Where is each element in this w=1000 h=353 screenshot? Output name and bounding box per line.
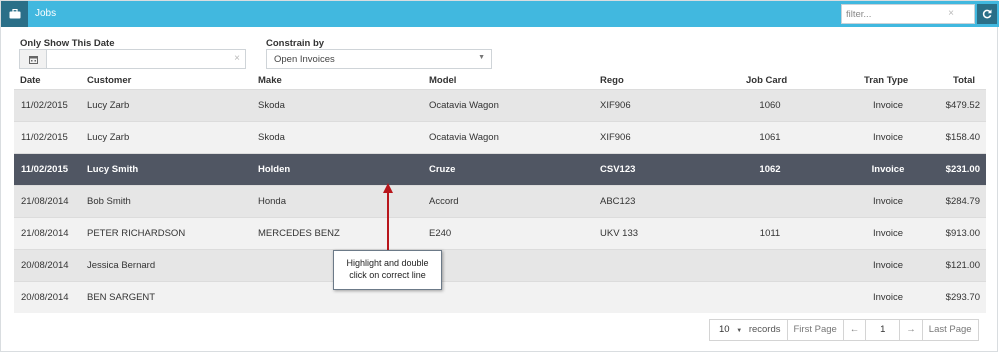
cell-date: 20/08/2014 (21, 260, 69, 271)
cell-model: Cruze (429, 164, 456, 175)
current-page-input[interactable]: 1 (866, 320, 901, 340)
refresh-icon (982, 9, 992, 19)
cell-date: 11/02/2015 (21, 132, 68, 143)
cell-tran-type: Invoice (872, 260, 904, 271)
cell-date: 21/08/2014 (21, 196, 69, 207)
table-row[interactable]: 11/02/2015 Lucy Zarb Skoda Ocatavia Wago… (14, 89, 986, 121)
cell-customer: BEN SARGENT (87, 292, 156, 303)
cell-make: MERCEDES BENZ (258, 228, 340, 239)
records-label: records (748, 324, 781, 335)
cell-total: $913.00 (945, 228, 980, 239)
callout-line-2: click on correct line (349, 270, 426, 280)
briefcase-icon (1, 1, 28, 27)
col-header-make[interactable]: Make (258, 75, 282, 86)
cell-customer: Lucy Smith (87, 164, 139, 175)
panel-header: Jobs × (1, 1, 999, 27)
col-header-customer[interactable]: Customer (87, 75, 131, 86)
constrain-value: Open Invoices (274, 54, 335, 65)
cell-job-card: 1061 (759, 132, 781, 143)
constrain-select[interactable]: Open Invoices ▼ (266, 49, 492, 69)
filter-box: × (841, 4, 975, 24)
cell-model: Ocatavia Wagon (429, 132, 499, 143)
cell-tran-type: Invoice (872, 100, 904, 111)
col-header-date[interactable]: Date (20, 75, 41, 86)
prev-page-button[interactable]: ← (844, 320, 867, 340)
cell-model: E240 (429, 228, 452, 239)
cell-make: Holden (258, 164, 291, 175)
cell-date: 11/02/2015 (21, 164, 69, 175)
cell-tran-type: Invoice (872, 196, 904, 207)
col-header-model[interactable]: Model (429, 75, 456, 86)
col-header-job-card[interactable]: Job Card (746, 75, 787, 86)
cell-rego: XIF906 (600, 132, 631, 143)
chevron-down-icon: ▼ (478, 54, 485, 61)
table-row[interactable]: 20/08/2014 BEN SARGENT Invoice $293.70 (14, 281, 986, 313)
calendar-icon[interactable] (20, 50, 47, 68)
filter-input[interactable] (842, 5, 952, 23)
next-page-button[interactable]: → (900, 320, 923, 340)
cell-make: Honda (258, 196, 286, 207)
cell-model: Ocatavia Wagon (429, 100, 499, 111)
table-row[interactable]: 11/02/2015 Lucy Zarb Skoda Ocatavia Wago… (14, 121, 986, 153)
chevron-down-icon: ▼ (736, 328, 743, 334)
table-row[interactable]: 20/08/2014 Jessica Bernard Invoice $121.… (14, 249, 986, 281)
col-header-total[interactable]: Total (953, 75, 975, 86)
date-filter-label: Only Show This Date (20, 38, 115, 49)
cell-rego: UKV 133 (600, 228, 639, 239)
date-clear-icon[interactable]: × (234, 53, 240, 64)
cell-total: $479.52 (945, 100, 980, 111)
page-size-value: 10 (719, 324, 730, 335)
pagination: 10 ▼ records First Page ← 1 → Last Page (709, 319, 979, 341)
panel-title: Jobs (35, 8, 57, 19)
cell-total: $121.00 (945, 260, 980, 271)
cell-date: 20/08/2014 (21, 292, 69, 303)
col-header-tran-type[interactable]: Tran Type (864, 75, 908, 86)
annotation-callout: Highlight and double click on correct li… (333, 250, 442, 290)
cell-job-card: 1060 (759, 100, 781, 111)
cell-total: $231.00 (945, 164, 980, 175)
page-size-select[interactable]: 10 ▼ records (710, 320, 788, 340)
refresh-button[interactable] (977, 4, 997, 24)
date-filter-field[interactable]: × (19, 49, 246, 69)
cell-rego: ABC123 (600, 196, 636, 207)
cell-date: 21/08/2014 (21, 228, 69, 239)
cell-make: Skoda (258, 100, 285, 111)
cell-customer: Lucy Zarb (87, 132, 130, 143)
annotation-arrow (383, 183, 393, 250)
cell-total: $158.40 (945, 132, 980, 143)
cell-job-card: 1011 (759, 228, 781, 239)
cell-tran-type: Invoice (872, 228, 904, 239)
last-page-button[interactable]: Last Page (923, 320, 978, 340)
cell-total: $284.79 (945, 196, 980, 207)
cell-job-card: 1062 (759, 164, 781, 175)
cell-rego: CSV123 (600, 164, 636, 175)
cell-total: $293.70 (945, 292, 980, 303)
cell-customer: Lucy Zarb (87, 100, 130, 111)
col-header-rego[interactable]: Rego (600, 75, 624, 86)
constrain-label: Constrain by (266, 38, 325, 49)
cell-customer: Bob Smith (87, 196, 131, 207)
table-row[interactable]: 21/08/2014 PETER RICHARDSON MERCEDES BEN… (14, 217, 986, 249)
cell-date: 11/02/2015 (21, 100, 68, 111)
cell-model: Accord (429, 196, 459, 207)
cell-tran-type: Invoice (872, 132, 904, 143)
table-row-selected[interactable]: 11/02/2015 Lucy Smith Holden Cruze CSV12… (14, 153, 986, 185)
table-row[interactable]: 21/08/2014 Bob Smith Honda Accord ABC123… (14, 185, 986, 217)
callout-line-1: Highlight and double (346, 258, 429, 268)
cell-customer: PETER RICHARDSON (87, 228, 186, 239)
jobs-panel: Jobs × Only Show This Date × Constrain b… (0, 0, 999, 352)
cell-make: Skoda (258, 132, 285, 143)
filter-clear-icon[interactable]: × (948, 8, 954, 19)
first-page-button[interactable]: First Page (788, 320, 844, 340)
cell-tran-type: Invoice (872, 292, 904, 303)
cell-customer: Jessica Bernard (87, 260, 156, 271)
cell-tran-type: Invoice (871, 164, 905, 175)
cell-rego: XIF906 (600, 100, 631, 111)
jobs-table: 11/02/2015 Lucy Zarb Skoda Ocatavia Wago… (14, 89, 986, 313)
